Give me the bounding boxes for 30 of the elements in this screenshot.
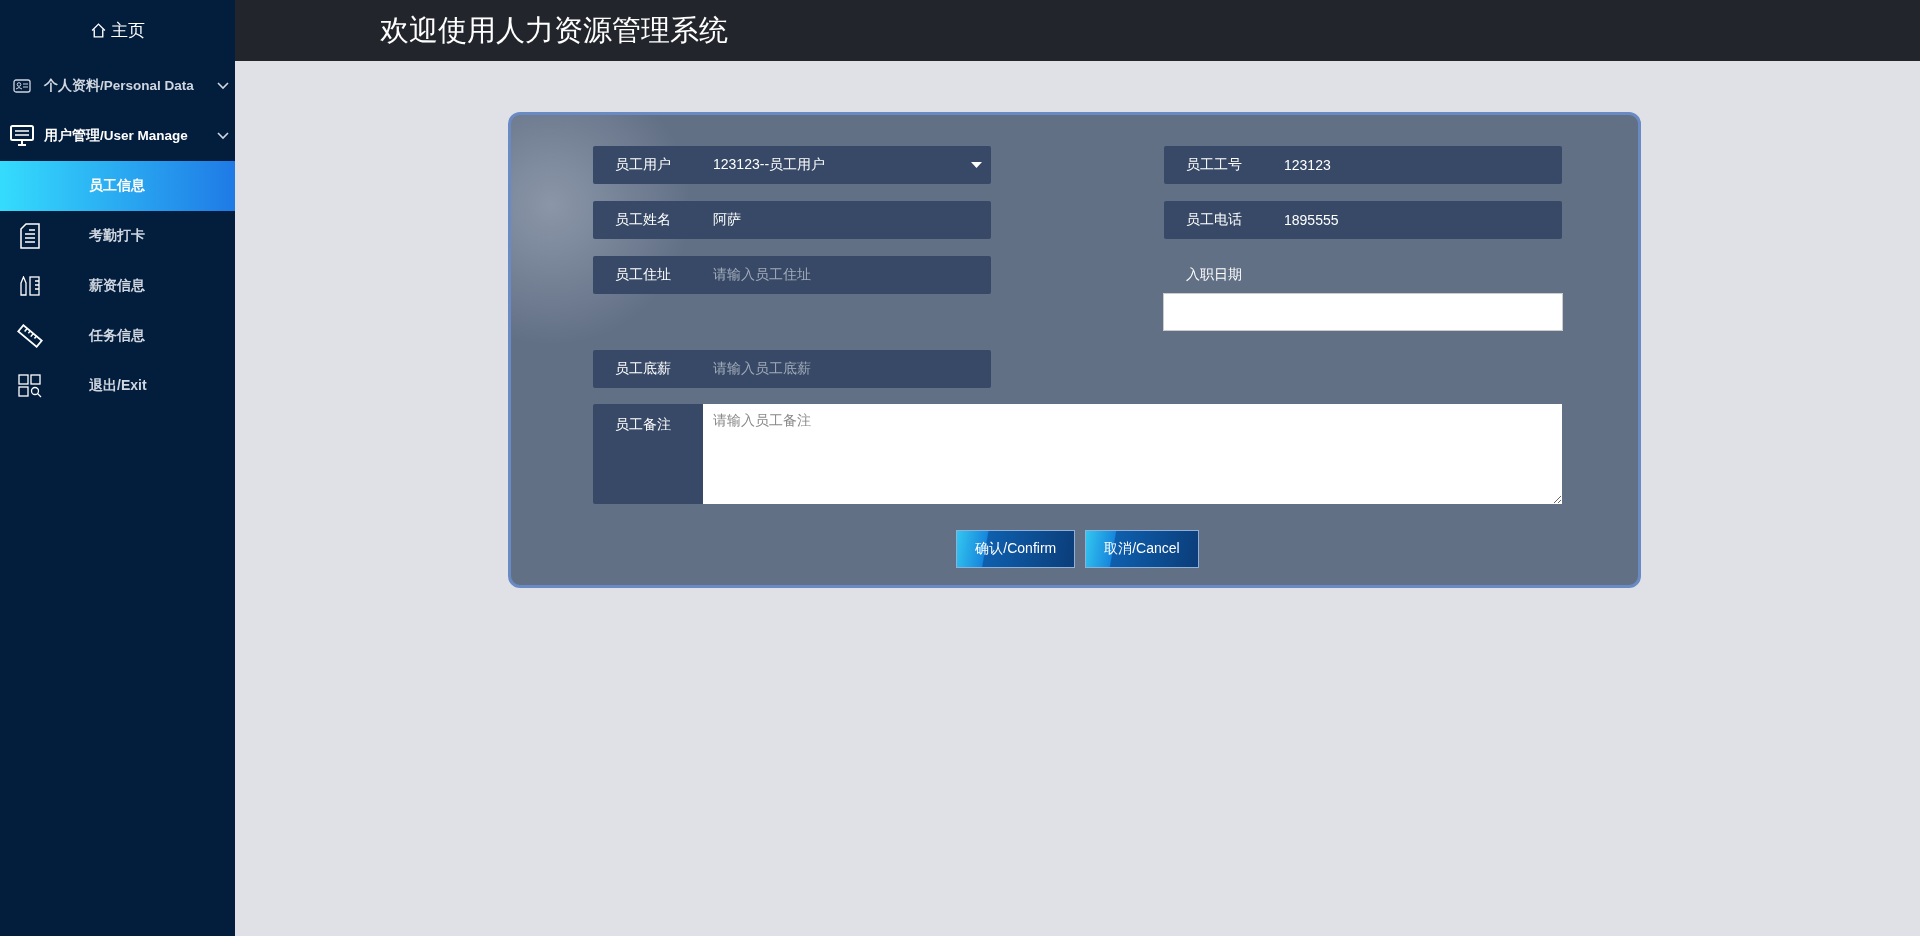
input-field[interactable]: 员工电话 1895555	[1164, 201, 1562, 239]
confirm-button[interactable]: 确认/Confirm	[956, 530, 1076, 568]
chevron-down-icon	[217, 82, 229, 90]
cancel-button[interactable]: 取消/Cancel	[1085, 530, 1199, 568]
input-field[interactable]: 员工底薪 请输入员工底薪	[593, 350, 991, 388]
id-card-icon	[13, 79, 31, 93]
home-link[interactable]: 主页	[0, 0, 235, 61]
remark-textarea[interactable]: 请输入员工备注	[703, 404, 1562, 504]
menu-item[interactable]: 退出/Exit	[0, 361, 235, 411]
select-field[interactable]: 员工用户 123123--员工用户	[593, 146, 991, 184]
menu-item[interactable]: 任务信息	[0, 311, 235, 361]
caret-icon	[971, 162, 982, 168]
input-field[interactable]: 员工姓名 阿萨	[593, 201, 991, 239]
input-field[interactable]: 员工工号 123123	[1164, 146, 1562, 184]
document-icon	[20, 223, 40, 249]
monitor-icon	[10, 125, 34, 147]
home-icon	[90, 22, 107, 39]
page-title: 欢迎使用人力资源管理系统	[380, 12, 728, 48]
field-label: 员工备注	[593, 404, 703, 504]
chevron-down-icon	[217, 132, 229, 140]
bottle-ruler-icon	[19, 276, 41, 296]
grid-search-icon	[18, 374, 42, 398]
field-label: 入职日期	[1185, 265, 1243, 284]
ruler-icon	[17, 324, 43, 348]
menu-item[interactable]: 薪资信息	[0, 261, 235, 311]
menu-item[interactable]: 考勤打卡	[0, 211, 235, 261]
input-field[interactable]: 员工住址 请输入员工住址	[593, 256, 991, 294]
menu-group[interactable]: 用户管理/User Manage	[0, 111, 235, 161]
menu-group[interactable]: 个人资料/Personal Data	[0, 61, 235, 111]
date-field[interactable]	[1163, 293, 1563, 331]
